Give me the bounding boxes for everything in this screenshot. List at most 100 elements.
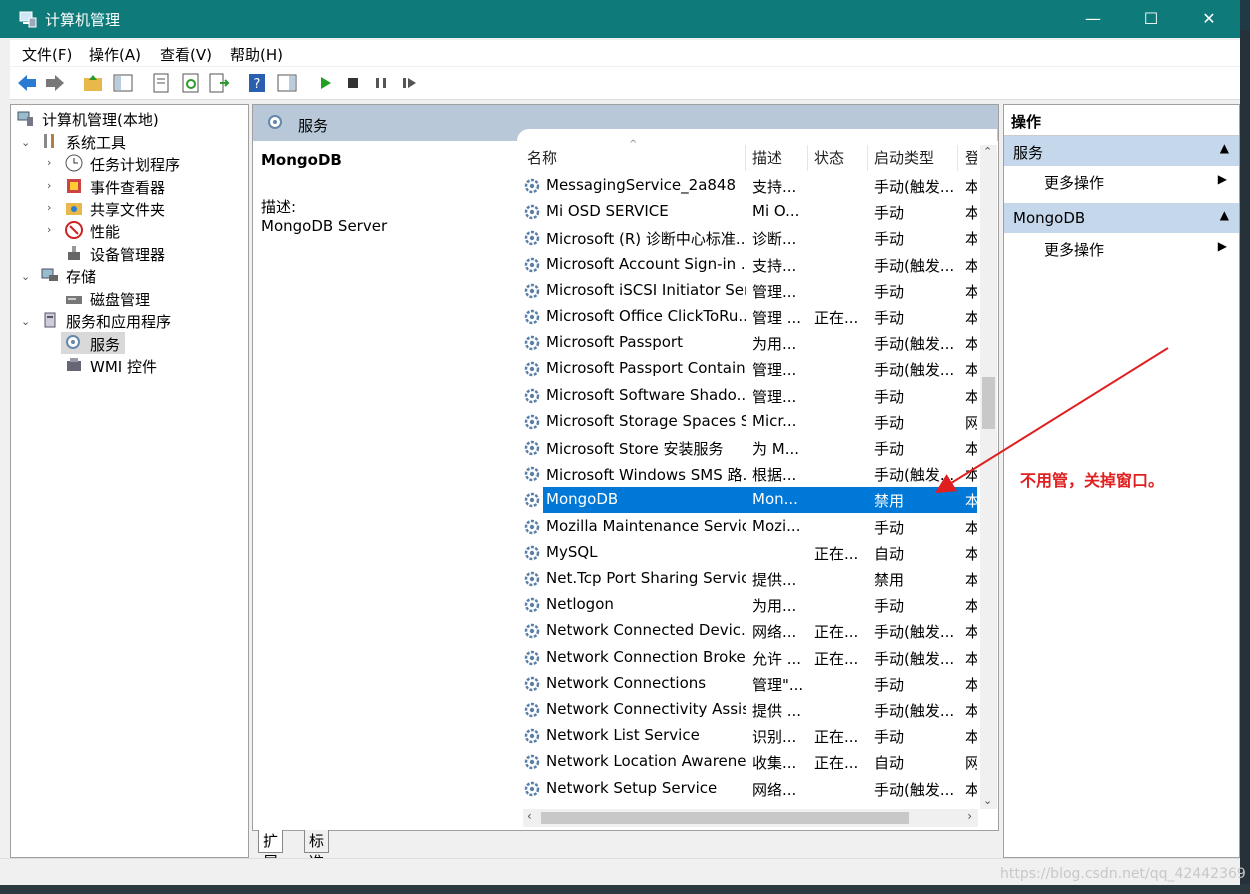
tab-extended[interactable]: 扩展 xyxy=(258,830,284,871)
maximize-button[interactable]: ☐ xyxy=(1122,0,1180,38)
service-gear-icon xyxy=(524,571,540,587)
tree-item-performance[interactable]: 性能 xyxy=(90,221,120,242)
service-name: Microsoft Passport Container xyxy=(546,359,746,378)
menu-file[interactable]: 文件(F) xyxy=(22,44,72,65)
service-row[interactable]: Microsoft Windows SMS 路... 根据... 手动(触发... 本 xyxy=(517,461,977,487)
horizontal-scroll-thumb[interactable] xyxy=(541,812,909,824)
tree-item-shared-folders[interactable]: 共享文件夹 xyxy=(90,199,165,220)
tree-item-services[interactable]: 服务 xyxy=(90,334,120,355)
expand-arrow-icon[interactable]: › xyxy=(47,201,51,214)
tree-item-device-manager[interactable]: 设备管理器 xyxy=(90,244,165,265)
service-startup-type: 手动 xyxy=(874,387,905,406)
column-divider[interactable] xyxy=(867,145,868,171)
help-icon[interactable]: ? xyxy=(246,72,268,94)
expand-arrow-icon[interactable]: › xyxy=(47,179,51,192)
service-row[interactable]: Network List Service 识别... 正在... 手动 本 xyxy=(517,723,977,749)
column-header-startup-type[interactable]: 启动类型 xyxy=(874,147,934,175)
close-button[interactable]: ✕ xyxy=(1180,0,1238,38)
service-row[interactable]: Network Connections 管理"... 手动 本 xyxy=(517,671,977,697)
tree-item-system-tools[interactable]: 系统工具 xyxy=(66,132,126,153)
expand-arrow-icon[interactable]: › xyxy=(47,223,51,236)
service-row[interactable]: MessagingService_2a848 支持... 手动(触发... 本 xyxy=(517,173,977,199)
service-row[interactable]: Microsoft Passport Container 管理... 手动(触发..… xyxy=(517,356,977,382)
service-row[interactable]: Network Connection Broker 允许 ... 正在... 手动(触… xyxy=(517,645,977,671)
tree-item-disk-management[interactable]: 磁盘管理 xyxy=(90,289,150,310)
collapse-arrow-icon[interactable]: ⌄ xyxy=(21,136,30,149)
tree-item-storage[interactable]: 存储 xyxy=(66,266,96,287)
column-header-description[interactable]: 描述 xyxy=(752,147,782,175)
scroll-down-arrow-icon[interactable]: ⌄ xyxy=(983,794,992,807)
service-row[interactable]: Network Connected Devic... 网络... 正在... 手动(触… xyxy=(517,618,977,644)
action-more-actions-services[interactable]: 更多操作 xyxy=(1044,172,1104,193)
column-header-logon[interactable]: 登 xyxy=(965,147,977,175)
service-row[interactable]: Microsoft Store 安装服务 为 M... 手动 本 xyxy=(517,435,977,461)
service-name: Net.Tcp Port Sharing Service xyxy=(546,569,746,587)
collapse-arrow-icon[interactable]: ⌄ xyxy=(21,270,30,283)
actions-section-mongodb[interactable]: MongoDB ▲ xyxy=(1004,203,1239,233)
collapse-triangle-icon[interactable]: ▲ xyxy=(1220,208,1229,222)
collapse-triangle-icon[interactable]: ▲ xyxy=(1220,141,1229,155)
menu-action[interactable]: 操作(A) xyxy=(89,44,141,65)
column-header-status[interactable]: 状态 xyxy=(814,147,844,175)
action-more-actions-mongodb[interactable]: 更多操作 xyxy=(1044,239,1104,260)
horizontal-scrollbar[interactable]: ‹ › xyxy=(523,809,978,827)
scroll-right-arrow-icon[interactable]: › xyxy=(967,809,972,823)
service-row[interactable]: Microsoft (R) 诊断中心标准... 诊断... 手动 本 xyxy=(517,225,977,251)
shared-folder-icon xyxy=(66,203,82,215)
service-row[interactable]: Microsoft Account Sign-in ... 支持... 手动(触发.… xyxy=(517,252,977,278)
collapse-arrow-icon[interactable]: ⌄ xyxy=(21,315,30,328)
title-bar[interactable]: 计算机管理 — ☐ ✕ xyxy=(0,0,1240,38)
menu-help[interactable]: 帮助(H) xyxy=(230,44,283,65)
tree-item-task-scheduler[interactable]: 任务计划程序 xyxy=(90,154,180,175)
tree-item-wmi-control[interactable]: WMI 控件 xyxy=(90,356,157,377)
tab-standard[interactable]: 标准 xyxy=(304,830,330,871)
back-arrow-icon[interactable] xyxy=(16,72,38,94)
refresh-icon[interactable] xyxy=(180,72,202,94)
service-row[interactable]: Microsoft Office ClickToRu... 管理 ... 正在...… xyxy=(517,304,977,330)
service-startup-type: 禁用 xyxy=(874,571,905,589)
service-logon: 本 xyxy=(965,204,977,223)
service-description: 提供... xyxy=(752,571,797,589)
up-folder-icon[interactable] xyxy=(82,72,104,94)
column-divider[interactable] xyxy=(745,145,746,171)
start-service-icon[interactable] xyxy=(314,72,336,94)
services-pane-title: 服务 xyxy=(298,117,329,135)
tree-item-services-applications[interactable]: 服务和应用程序 xyxy=(66,311,171,332)
tree-item-event-viewer[interactable]: 事件查看器 xyxy=(90,177,165,198)
column-divider[interactable] xyxy=(957,145,958,171)
properties-icon[interactable] xyxy=(150,72,172,94)
service-row[interactable]: Microsoft Software Shado... 管理... 手动 本 xyxy=(517,383,977,409)
tree-item-root[interactable]: 计算机管理(本地) xyxy=(42,109,159,130)
pause-service-icon[interactable] xyxy=(370,72,392,94)
service-row[interactable]: Network Location Awarene... 收集... 正在... 自动 网 xyxy=(517,749,977,775)
stop-service-icon[interactable] xyxy=(342,72,364,94)
export-list-icon[interactable] xyxy=(208,72,230,94)
service-row[interactable]: Network Setup Service 网络... 手动(触发... 本 xyxy=(517,776,977,802)
scroll-left-arrow-icon[interactable]: ‹ xyxy=(527,809,532,823)
minimize-button[interactable]: — xyxy=(1064,0,1122,38)
column-divider[interactable] xyxy=(807,145,808,171)
service-row[interactable]: Network Connectivity Assis... 提供 ... 手动(触发… xyxy=(517,697,977,723)
service-row[interactable]: MongoDB Mon... 禁用 本 xyxy=(517,487,977,514)
service-row[interactable]: Mi OSD SERVICE Mi O... 手动 本 xyxy=(517,199,977,225)
service-row[interactable]: Microsoft Passport 为用... 手动(触发... 本 xyxy=(517,330,977,356)
restart-service-icon[interactable] xyxy=(398,72,420,94)
service-row[interactable]: Microsoft iSCSI Initiator Ser... 管理... 手动 本 xyxy=(517,278,977,304)
scroll-up-arrow-icon[interactable]: ⌃ xyxy=(983,145,992,158)
service-row[interactable]: Microsoft Storage Spaces S... Micr... 手动 网 xyxy=(517,409,977,435)
column-header-name[interactable]: 名称 xyxy=(527,147,557,175)
vertical-scroll-thumb[interactable] xyxy=(982,377,995,429)
service-row[interactable]: Net.Tcp Port Sharing Service 提供... 禁用 本 xyxy=(517,566,977,592)
services-applications-icon xyxy=(44,312,56,328)
vertical-scrollbar[interactable]: ⌃ ⌄ xyxy=(980,145,997,809)
forward-arrow-icon[interactable] xyxy=(44,72,66,94)
service-row[interactable]: Mozilla Maintenance Service Mozi... 手动 本 xyxy=(517,514,977,540)
actions-section-services[interactable]: 服务 ▲ xyxy=(1004,136,1239,166)
service-row[interactable]: MySQL 正在... 自动 本 xyxy=(517,540,977,566)
menu-view[interactable]: 查看(V) xyxy=(160,44,212,65)
service-row[interactable]: Netlogon 为用... 手动 本 xyxy=(517,592,977,618)
show-hide-tree-icon[interactable] xyxy=(112,72,134,94)
show-hide-action-pane-icon[interactable] xyxy=(276,72,298,94)
expand-arrow-icon[interactable]: › xyxy=(47,156,51,169)
service-description: 为用... xyxy=(752,597,797,616)
